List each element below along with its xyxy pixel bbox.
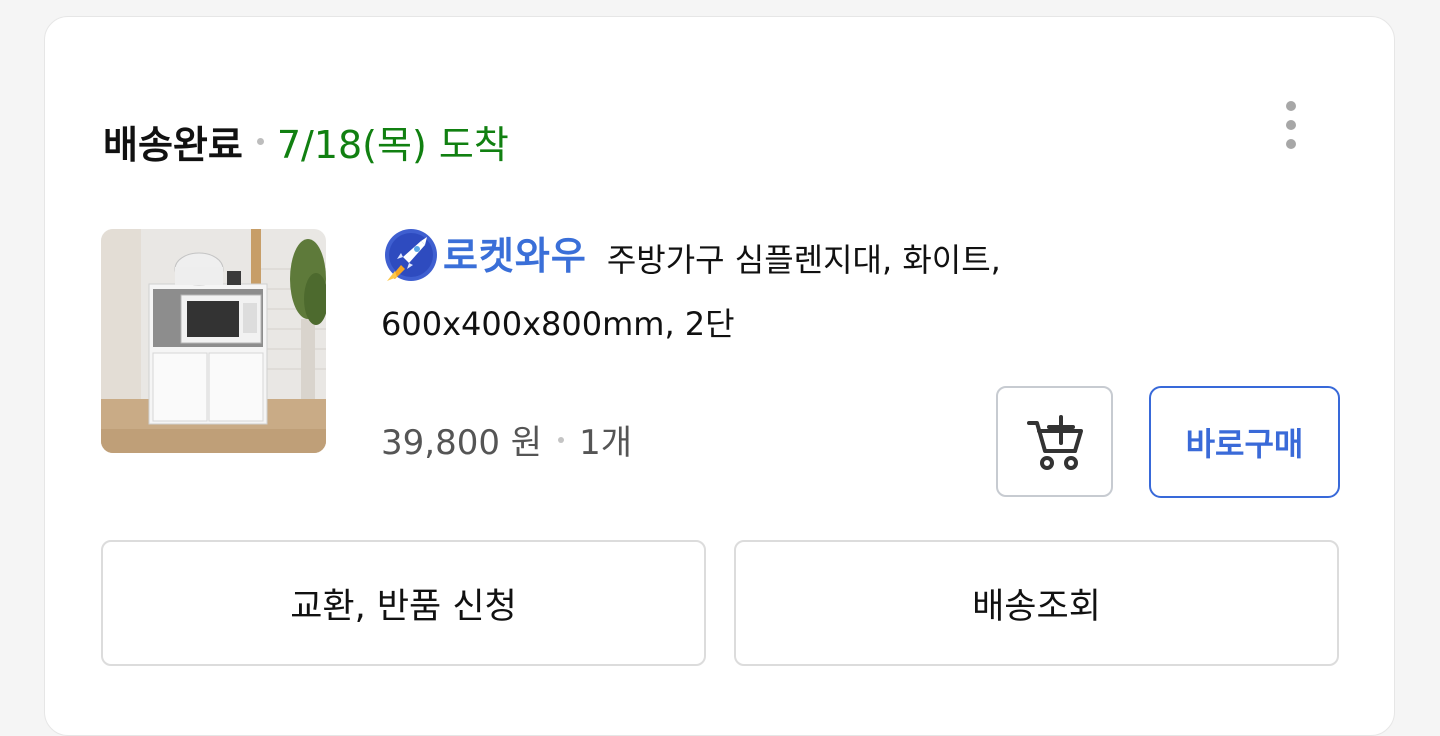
arrival-date: 7/18(목) 도착 (276, 122, 509, 167)
more-vertical-icon[interactable] (1271, 93, 1311, 157)
rocket-wow-badge: 로켓와우 (381, 225, 587, 287)
product-image[interactable] (101, 229, 326, 453)
product-price: 39,800 원 (381, 423, 543, 463)
order-card: 배송완료 7/18(목) 도착 로켓와우 주방가구 심플렌지대, 화이트, 60… (44, 16, 1395, 736)
badge-label: 로켓와우 (443, 234, 587, 278)
track-delivery-button[interactable]: 배송조회 (734, 540, 1339, 666)
order-header: 배송완료 7/18(목) 도착 (103, 113, 509, 169)
delivery-status: 배송완료 (103, 122, 243, 167)
separator-dot (256, 137, 264, 145)
product-title[interactable]: 로켓와우 주방가구 심플렌지대, 화이트, 600x400x800mm, 2단 (381, 229, 1081, 355)
rocket-icon (385, 229, 437, 281)
add-to-cart-button[interactable] (996, 386, 1113, 497)
separator-dot (558, 436, 565, 443)
add-to-cart-icon (1026, 414, 1083, 470)
product-quantity: 1개 (579, 423, 632, 463)
buy-now-button[interactable]: 바로구매 (1149, 386, 1340, 498)
exchange-return-button[interactable]: 교환, 반품 신청 (101, 540, 706, 666)
price-row: 39,800 원 1개 (381, 415, 632, 464)
